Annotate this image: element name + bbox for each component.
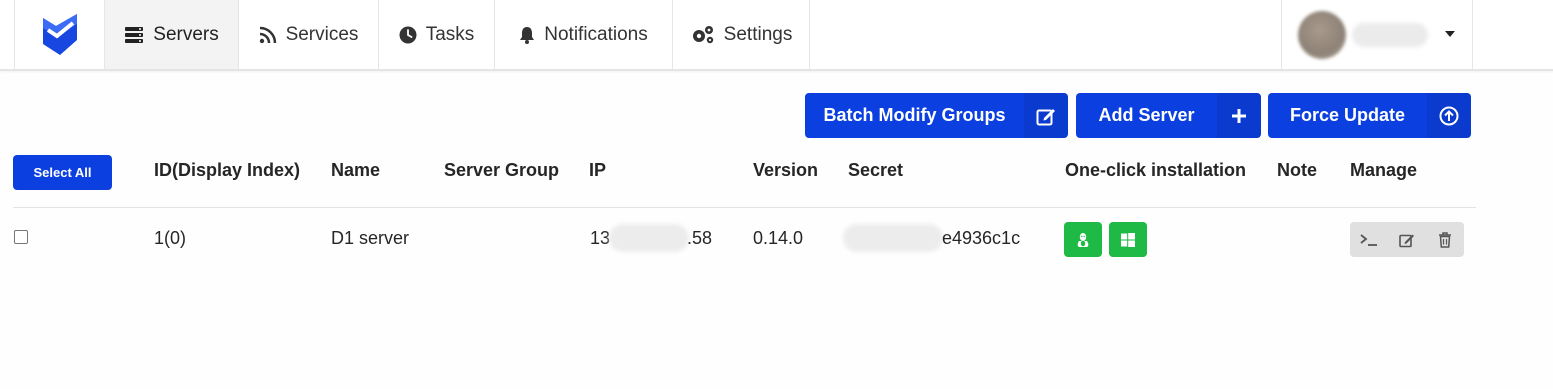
user-menu[interactable]: [1281, 0, 1473, 69]
batch-modify-groups-button[interactable]: Batch Modify Groups: [805, 93, 1068, 138]
plus-icon: [1217, 93, 1261, 138]
add-server-label: Add Server: [1098, 105, 1195, 125]
bell-icon: [520, 26, 535, 44]
delete-server-button[interactable]: [1426, 222, 1464, 257]
edit-icon: [1399, 234, 1414, 247]
column-header-version: Version: [753, 160, 819, 180]
nav-notifications[interactable]: Notifications: [494, 0, 672, 69]
batch-modify-groups-label: Batch Modify Groups: [823, 105, 1006, 125]
column-header-secret: Secret: [848, 160, 904, 180]
ip-redaction: [609, 224, 689, 252]
trash-icon: [1439, 231, 1451, 248]
select-all-button[interactable]: Select All: [13, 155, 112, 190]
upload-circle-icon: [1427, 93, 1471, 138]
table-divider: [13, 207, 1476, 208]
nav-divider: [809, 0, 810, 69]
avatar[interactable]: [1298, 11, 1346, 59]
column-header-note: Note: [1277, 160, 1317, 180]
column-header-server-group: Server Group: [444, 160, 560, 180]
install-linux-button[interactable]: [1064, 222, 1102, 257]
column-header-id: ID(Display Index): [154, 160, 301, 180]
server-ip-suffix: .58: [687, 228, 713, 248]
server-ip-prefix: 13: [590, 228, 611, 248]
force-update-button[interactable]: Force Update: [1268, 93, 1471, 138]
install-windows-button[interactable]: [1109, 222, 1147, 257]
edit-server-button[interactable]: [1388, 222, 1426, 257]
column-header-manage: Manage: [1350, 160, 1418, 180]
nav-services-label: Services: [285, 23, 359, 45]
edit-icon: [1024, 93, 1068, 138]
clock-icon: [399, 26, 417, 43]
nav-servers[interactable]: Servers: [104, 0, 238, 69]
caret-down-icon[interactable]: [1444, 29, 1456, 39]
nav-tasks[interactable]: Tasks: [378, 0, 494, 69]
secret-redaction: [843, 224, 943, 252]
windows-icon: [1121, 232, 1135, 247]
nav-services[interactable]: Services: [238, 0, 378, 69]
server-name: D1 server: [331, 228, 410, 248]
server-secret-suffix: e4936c1c: [942, 228, 1021, 248]
nav-tasks-label: Tasks: [425, 23, 475, 45]
username-blurred: [1352, 23, 1428, 47]
nav-servers-label: Servers: [153, 23, 219, 45]
server-icon: [125, 26, 144, 43]
column-header-name: Name: [331, 160, 381, 180]
column-header-one-click-installation: One-click installation: [1065, 160, 1247, 180]
terminal-button[interactable]: [1350, 222, 1388, 257]
manage-button-group: [1350, 222, 1464, 257]
gears-icon: [692, 25, 713, 43]
linux-icon: [1077, 232, 1089, 247]
nav-notifications-label: Notifications: [544, 23, 648, 45]
server-id: 1(0): [154, 228, 187, 248]
nav-settings-label: Settings: [723, 23, 793, 45]
top-navbar: Servers Services Tasks Notifications Set…: [0, 0, 1553, 71]
add-server-button[interactable]: Add Server: [1076, 93, 1261, 138]
server-version: 0.14.0: [753, 228, 804, 248]
select-all-label: Select All: [33, 165, 92, 180]
column-header-ip: IP: [589, 160, 607, 180]
force-update-label: Force Update: [1289, 105, 1406, 125]
row-checkbox[interactable]: [14, 230, 28, 244]
logo-icon: [42, 13, 77, 55]
terminal-icon: [1360, 233, 1377, 246]
rss-icon: [259, 26, 276, 43]
logo[interactable]: [14, 0, 104, 69]
nav-settings[interactable]: Settings: [672, 0, 810, 69]
